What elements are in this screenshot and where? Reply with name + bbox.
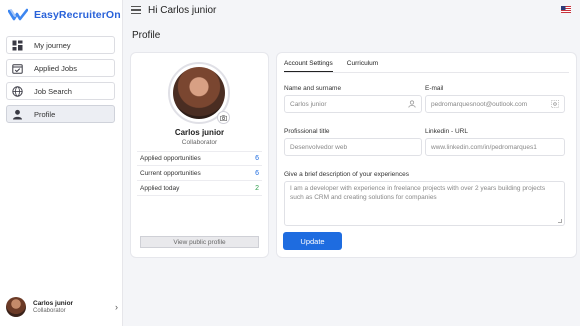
page-title: Profile	[132, 30, 161, 41]
sidebar: EasyRecruiterOn My journey Applied Jobs …	[0, 0, 123, 326]
linkedin-field[interactable]: www.linkedin.com/in/pedromarques1	[425, 138, 565, 156]
sidebar-item-my-journey[interactable]: My journey	[6, 36, 115, 54]
professional-title-field[interactable]: Desenvolvedor web	[284, 138, 422, 156]
menu-icon[interactable]	[131, 6, 141, 14]
email-value: pedromarquesnoot@outlook.com	[431, 100, 528, 108]
profile-avatar	[168, 62, 230, 124]
stat-label: Applied today	[140, 184, 180, 192]
linkedin-value: www.linkedin.com/in/pedromarques1	[431, 143, 537, 151]
tab-curriculum[interactable]: Curriculum	[347, 58, 378, 72]
professional-title-value: Desenvolvedor web	[290, 143, 348, 151]
stat-applied-today: Applied today 2	[137, 181, 262, 196]
brand[interactable]: EasyRecruiterOn	[8, 8, 121, 22]
at-sign-icon	[551, 100, 559, 108]
sidebar-item-label: Profile	[34, 109, 56, 119]
person-outline-icon	[408, 100, 416, 108]
linkedin-label: Linkedin - URL	[425, 128, 468, 135]
sidebar-item-profile[interactable]: Profile	[6, 105, 115, 123]
topbar: Hi Carlos junior	[123, 0, 580, 20]
professional-title-label: Profissional title	[284, 128, 330, 135]
description-label: Give a brief description of your experie…	[284, 171, 410, 178]
stat-value: 6	[255, 169, 259, 177]
sidebar-user-role: Collaborator	[33, 308, 66, 314]
sidebar-nav: My journey Applied Jobs Job Search Profi…	[6, 36, 115, 128]
calendar-check-icon	[11, 62, 23, 74]
stat-value: 2	[255, 184, 259, 192]
email-field[interactable]: pedromarquesnoot@outlook.com	[425, 95, 565, 113]
brand-name: EasyRecruiterOn	[34, 9, 121, 21]
sidebar-item-label: Job Search	[34, 86, 72, 96]
person-icon	[11, 108, 23, 120]
name-label: Name and surname	[284, 85, 342, 92]
stat-label: Applied opportunities	[140, 155, 201, 162]
stat-applied-opportunities: Applied opportunities 6	[137, 151, 262, 166]
avatar-photo	[173, 67, 225, 119]
tab-account-settings[interactable]: Account Settings	[284, 58, 333, 72]
avatar	[6, 297, 26, 317]
description-value: I am a developer with experience in free…	[290, 185, 546, 201]
us-flag-icon[interactable]	[561, 6, 571, 13]
name-value: Carlos junior	[290, 100, 327, 108]
sidebar-item-label: My journey	[34, 40, 71, 50]
sidebar-user-name: Carlos junior	[33, 300, 74, 307]
settings-tabs: Account Settings Curriculum	[284, 58, 378, 72]
greeting: Hi Carlos junior	[148, 4, 217, 16]
profile-role: Collaborator	[181, 139, 218, 146]
update-button[interactable]: Update	[283, 232, 342, 250]
brand-logo-icon	[8, 8, 28, 21]
stat-value: 6	[255, 155, 259, 162]
stat-current-opportunities: Current opportunities 6	[137, 166, 262, 181]
name-field[interactable]: Carlos junior	[284, 95, 422, 113]
profile-name: Carlos junior	[174, 128, 225, 137]
sidebar-item-applied-jobs[interactable]: Applied Jobs	[6, 59, 115, 77]
tabs-divider	[284, 72, 569, 73]
profile-stats: Applied opportunities 6 Current opportun…	[137, 151, 262, 196]
profile-card: Carlos junior Collaborator Applied oppor…	[131, 53, 268, 257]
description-textarea[interactable]: I am a developer with experience in free…	[284, 181, 565, 226]
view-public-profile-button[interactable]: View public profile	[140, 236, 259, 248]
sidebar-item-job-search[interactable]: Job Search	[6, 82, 115, 100]
resize-handle[interactable]	[558, 219, 562, 223]
email-label: E-mail	[425, 85, 444, 92]
stat-label: Current opportunities	[140, 169, 201, 177]
camera-icon[interactable]	[217, 111, 230, 124]
account-settings-card: Account Settings Curriculum Name and sur…	[277, 53, 576, 257]
sidebar-item-label: Applied Jobs	[34, 63, 77, 73]
dashboard-icon	[11, 39, 23, 51]
sidebar-user[interactable]: Carlos junior Collaborator ›	[6, 297, 118, 317]
chevron-right-icon[interactable]: ›	[115, 302, 118, 312]
globe-icon	[11, 85, 23, 97]
